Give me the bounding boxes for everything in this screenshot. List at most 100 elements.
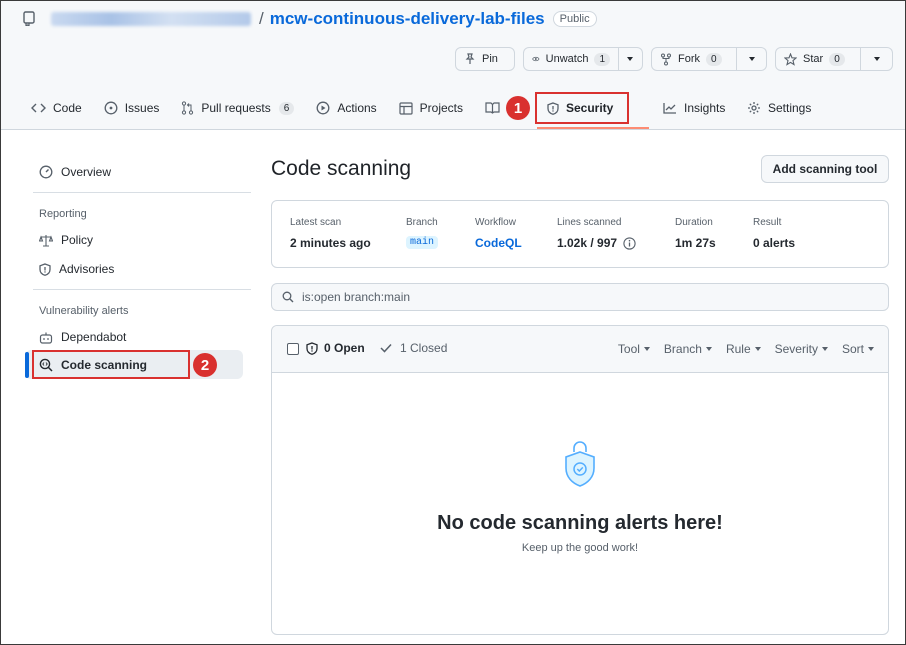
closed-alerts-label: 1 Closed <box>400 341 448 355</box>
sidebar-item-advisories[interactable]: Advisories <box>25 255 243 283</box>
workflow-link[interactable]: CodeQL <box>475 236 522 250</box>
tab-insights-label: Insights <box>684 101 726 115</box>
filter-severity[interactable]: Severity <box>775 342 828 356</box>
tab-projects-label: Projects <box>419 101 464 115</box>
screenshot-frame: / mcw-continuous-delivery-lab-files Publ… <box>0 0 906 645</box>
unwatch-group: Unwatch 1 <box>523 47 643 71</box>
step-1-marker: 1 <box>506 96 530 120</box>
tab-pull-requests-label: Pull requests <box>201 101 271 115</box>
pull-request-icon <box>182 101 194 115</box>
stat-label: Duration <box>675 217 713 228</box>
active-tab-underline <box>537 127 649 129</box>
repo-tabs: Code Issues Pull requests 6 Actions Proj… <box>31 93 518 123</box>
stat-label: Workflow <box>475 217 516 228</box>
tab-issues[interactable]: Issues <box>104 93 159 123</box>
star-group: Star 0 <box>775 47 893 71</box>
gear-icon <box>748 102 760 114</box>
stat-value: main <box>406 236 439 249</box>
info-icon[interactable] <box>623 236 636 250</box>
tab-security[interactable]: Security <box>535 92 629 124</box>
tab-code[interactable]: Code <box>31 93 82 123</box>
repo-icon <box>23 11 37 27</box>
tab-settings-label: Settings <box>768 101 812 115</box>
fork-group: Fork 0 <box>651 47 767 71</box>
star-icon <box>784 52 797 66</box>
add-scanning-tool-button[interactable]: Add scanning tool <box>761 155 889 183</box>
pin-button[interactable]: Pin <box>455 47 515 71</box>
shield-check-icon <box>565 441 595 487</box>
shield-icon <box>39 262 51 276</box>
stat-value: 1.02k / 997 <box>557 236 636 250</box>
stat-label: Result <box>753 217 782 228</box>
tab-security-label: Security <box>566 101 614 115</box>
alerts-list: 0 Open 1 Closed Tool Branch Rule Severit… <box>271 325 889 635</box>
sidebar-item-dependabot[interactable]: Dependabot <box>25 323 243 351</box>
closed-alerts-filter[interactable]: 1 Closed <box>380 341 447 355</box>
sidebar-item-policy[interactable]: Policy <box>25 226 243 254</box>
check-icon <box>380 343 392 353</box>
tab-insights[interactable]: Insights <box>663 93 725 123</box>
unwatch-dropdown-button[interactable] <box>619 47 643 71</box>
pull-requests-count: 6 <box>278 101 295 115</box>
dependabot-icon <box>39 332 53 344</box>
tab-projects[interactable]: Projects <box>399 93 463 123</box>
sidebar-item-label: Advisories <box>59 262 115 276</box>
fork-button[interactable]: Fork 0 <box>651 47 737 71</box>
alerts-search-input[interactable]: is:open branch:main <box>271 283 889 311</box>
repo-owner-blurred[interactable] <box>51 12 251 26</box>
open-alerts-filter[interactable]: 0 Open <box>306 341 365 355</box>
stat-label: Branch <box>406 217 438 228</box>
stat-label: Latest scan <box>290 217 342 228</box>
law-icon <box>39 234 53 247</box>
filter-rule[interactable]: Rule <box>726 342 761 356</box>
pin-icon <box>465 53 475 64</box>
star-dropdown-button[interactable] <box>861 47 893 71</box>
scan-summary-box: Latest scan 2 minutes ago Branch main Wo… <box>271 200 889 268</box>
stat-workflow: Workflow CodeQL <box>475 217 522 250</box>
filter-label: Tool <box>617 342 640 356</box>
branch-tag[interactable]: main <box>406 236 439 249</box>
graph-icon <box>663 103 676 114</box>
unwatch-button[interactable]: Unwatch 1 <box>523 47 619 71</box>
sidebar-divider <box>33 289 251 290</box>
annotation-box-code-scanning <box>32 350 190 379</box>
filter-branch[interactable]: Branch <box>664 342 712 356</box>
tab-code-label: Code <box>53 101 82 115</box>
unwatch-count: 1 <box>594 52 610 66</box>
tab-actions[interactable]: Actions <box>316 93 377 123</box>
chevron-down-icon <box>748 57 755 61</box>
stat-label: Lines scanned <box>557 217 622 228</box>
tab-pull-requests[interactable]: Pull requests 6 <box>181 93 295 123</box>
filter-label: Branch <box>663 342 702 356</box>
sidebar-divider <box>33 192 251 193</box>
shield-icon <box>547 101 559 115</box>
sidebar-heading-reporting: Reporting <box>39 208 87 220</box>
sidebar-item-label: Policy <box>61 233 94 247</box>
lines-scanned-value: 1.02k / 997 <box>557 236 618 250</box>
play-icon <box>316 101 330 115</box>
fork-dropdown-button[interactable] <box>737 47 767 71</box>
stat-lines-scanned: Lines scanned 1.02k / 997 <box>557 217 636 250</box>
eye-icon <box>532 56 540 62</box>
star-button[interactable]: Star 0 <box>775 47 861 71</box>
step-2-marker: 2 <box>193 353 217 377</box>
sidebar-item-label: Overview <box>61 165 112 179</box>
chevron-down-icon <box>627 57 633 61</box>
tab-settings[interactable]: Settings <box>747 93 811 123</box>
sidebar-item-overview[interactable]: Overview <box>25 158 243 186</box>
select-all-checkbox[interactable] <box>287 343 299 355</box>
filter-label: Severity <box>774 342 818 356</box>
search-query: is:open branch:main <box>302 290 411 304</box>
empty-state-title: No code scanning alerts here! <box>437 512 723 534</box>
page-title: Code scanning <box>271 157 412 180</box>
filter-sort[interactable]: Sort <box>842 342 874 356</box>
meter-icon <box>39 165 53 179</box>
fork-icon <box>661 53 671 65</box>
repo-name-link[interactable]: mcw-continuous-delivery-lab-files <box>270 9 545 29</box>
repo-separator: / <box>259 9 264 28</box>
issue-icon <box>104 101 118 115</box>
filter-tool[interactable]: Tool <box>618 342 650 356</box>
repo-title-line: / mcw-continuous-delivery-lab-files Publ… <box>23 9 597 29</box>
sidebar-item-label: Dependabot <box>61 330 127 344</box>
stat-value: 2 minutes ago <box>290 236 371 250</box>
